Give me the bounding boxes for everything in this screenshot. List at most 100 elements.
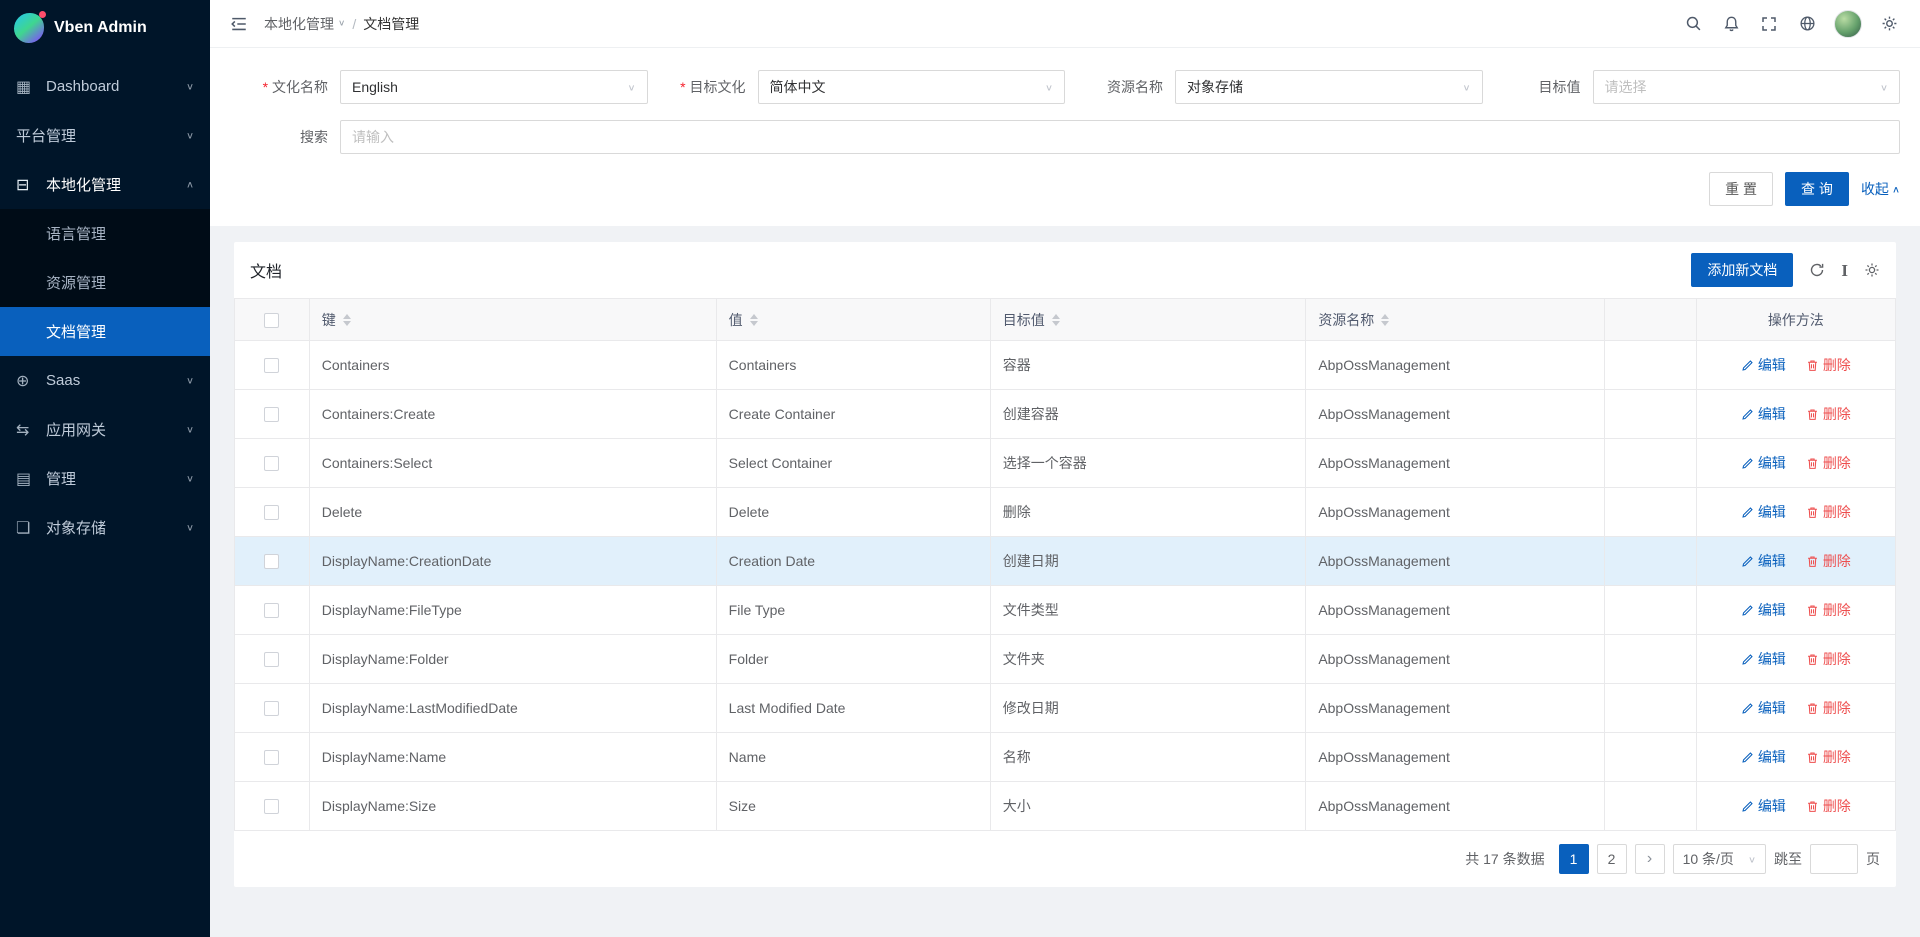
- sidebar-item-management[interactable]: ▤ 管理 ∨: [0, 454, 210, 503]
- sort-icon[interactable]: [750, 314, 758, 326]
- pencil-icon: [1741, 653, 1754, 666]
- edit-action[interactable]: 编辑: [1741, 453, 1786, 473]
- notification-bell-icon[interactable]: [1714, 0, 1748, 48]
- row-checkbox[interactable]: [264, 652, 279, 667]
- row-checkbox[interactable]: [264, 750, 279, 765]
- sidebar-item-saas[interactable]: ⊕ Saas ∨: [0, 356, 210, 405]
- object-storage-icon: ❏: [16, 518, 38, 538]
- column-header-resource-name[interactable]: 资源名称: [1306, 299, 1605, 341]
- pencil-icon: [1741, 555, 1754, 568]
- row-checkbox[interactable]: [264, 456, 279, 471]
- edit-action[interactable]: 编辑: [1741, 649, 1786, 669]
- sort-icon[interactable]: [343, 314, 351, 326]
- column-header-value[interactable]: 值: [716, 299, 990, 341]
- column-header-key[interactable]: 键: [309, 299, 716, 341]
- chevron-down-icon: ∨: [627, 82, 635, 92]
- reset-button[interactable]: 重 置: [1709, 172, 1773, 206]
- cell-target-value: 文件类型: [990, 586, 1306, 635]
- pagination: 共 17 条数据 1 2 › 10 条/页 ∨ 跳至 页: [234, 831, 1896, 887]
- translate-icon[interactable]: [1790, 0, 1824, 48]
- sidebar-item-dashboard[interactable]: ▦ Dashboard ∨: [0, 62, 210, 111]
- cell-checkbox: [235, 782, 310, 831]
- row-checkbox[interactable]: [264, 603, 279, 618]
- sort-icon[interactable]: [1052, 314, 1060, 326]
- select-all-checkbox[interactable]: [264, 313, 279, 328]
- cell-key: Containers:Select: [309, 439, 716, 488]
- delete-action[interactable]: 删除: [1806, 453, 1851, 473]
- delete-action[interactable]: 删除: [1806, 355, 1851, 375]
- delete-action[interactable]: 删除: [1806, 502, 1851, 522]
- refresh-icon[interactable]: [1809, 262, 1825, 278]
- cell-checkbox: [235, 635, 310, 684]
- sort-icon[interactable]: [1381, 314, 1389, 326]
- cell-target-value: 容器: [990, 341, 1306, 390]
- resource-name-select[interactable]: 对象存储 ∨: [1175, 70, 1483, 104]
- row-checkbox[interactable]: [264, 358, 279, 373]
- cell-empty: [1605, 782, 1696, 831]
- sidebar-subitem-resource-management[interactable]: 资源管理: [0, 258, 210, 307]
- cell-target-value: 大小: [990, 782, 1306, 831]
- table-row: DisplayName:Folder Folder 文件夹 AbpOssMana…: [235, 635, 1896, 684]
- dashboard-icon: ▦: [16, 77, 38, 97]
- sidebar-subitem-document-management[interactable]: 文档管理: [0, 307, 210, 356]
- page-size-select[interactable]: 10 条/页 ∨: [1673, 844, 1766, 874]
- column-header-target-value[interactable]: 目标值: [990, 299, 1306, 341]
- sidebar-item-localization[interactable]: ⊟ 本地化管理 ∧: [0, 160, 210, 209]
- trash-icon: [1806, 555, 1819, 568]
- delete-action[interactable]: 删除: [1806, 649, 1851, 669]
- cell-value: Creation Date: [716, 537, 990, 586]
- edit-action[interactable]: 编辑: [1741, 551, 1786, 571]
- search-input[interactable]: [340, 120, 1900, 154]
- culture-name-select[interactable]: English ∨: [340, 70, 648, 104]
- add-document-button[interactable]: 添加新文档: [1691, 253, 1793, 287]
- query-button[interactable]: 查 询: [1785, 172, 1849, 206]
- search-icon[interactable]: [1676, 0, 1710, 48]
- filter-field-culture-name: 文化名称 English ∨: [230, 70, 648, 104]
- breadcrumb: 本地化管理 ∨ / 文档管理: [264, 14, 419, 34]
- edit-action[interactable]: 编辑: [1741, 404, 1786, 424]
- edit-action[interactable]: 编辑: [1741, 796, 1786, 816]
- menu-fold-icon[interactable]: [224, 0, 254, 48]
- breadcrumb-parent[interactable]: 本地化管理 ∨: [264, 14, 345, 34]
- target-culture-select[interactable]: 简体中文 ∨: [758, 70, 1066, 104]
- delete-action[interactable]: 删除: [1806, 600, 1851, 620]
- sidebar-item-object-storage[interactable]: ❏ 对象存储 ∨: [0, 503, 210, 552]
- collapse-link[interactable]: 收起 ∧: [1861, 179, 1900, 199]
- settings-gear-icon[interactable]: [1872, 0, 1906, 48]
- column-settings-gear-icon[interactable]: [1864, 262, 1880, 278]
- delete-action[interactable]: 删除: [1806, 698, 1851, 718]
- next-page-button[interactable]: ›: [1635, 844, 1665, 874]
- user-avatar[interactable]: [1834, 10, 1862, 38]
- row-checkbox[interactable]: [264, 701, 279, 716]
- row-checkbox[interactable]: [264, 505, 279, 520]
- row-checkbox[interactable]: [264, 554, 279, 569]
- cell-value: Folder: [716, 635, 990, 684]
- pencil-icon: [1741, 751, 1754, 764]
- delete-action[interactable]: 删除: [1806, 551, 1851, 571]
- delete-action[interactable]: 删除: [1806, 796, 1851, 816]
- breadcrumb-current[interactable]: 文档管理: [363, 14, 419, 34]
- edit-action[interactable]: 编辑: [1741, 502, 1786, 522]
- delete-action[interactable]: 删除: [1806, 404, 1851, 424]
- edit-action[interactable]: 编辑: [1741, 747, 1786, 767]
- edit-action[interactable]: 编辑: [1741, 355, 1786, 375]
- edit-action[interactable]: 编辑: [1741, 698, 1786, 718]
- row-checkbox[interactable]: [264, 799, 279, 814]
- table-row: Delete Delete 删除 AbpOssManagement 编辑 删除: [235, 488, 1896, 537]
- row-checkbox[interactable]: [264, 407, 279, 422]
- edit-action[interactable]: 编辑: [1741, 600, 1786, 620]
- filter-panel: 文化名称 English ∨ 目标文化 简体中文 ∨ 资源名称: [210, 48, 1920, 226]
- table-title: 文档: [250, 258, 282, 282]
- app-logo[interactable]: Vben Admin: [0, 0, 210, 56]
- target-value-select[interactable]: 请选择 ∨: [1593, 70, 1901, 104]
- row-height-icon[interactable]: I: [1841, 262, 1848, 279]
- sidebar-item-platform-management[interactable]: 平台管理 ∨: [0, 111, 210, 160]
- jump-to-page-input[interactable]: [1810, 844, 1858, 874]
- sidebar-subitem-language-management[interactable]: 语言管理: [0, 209, 210, 258]
- fullscreen-icon[interactable]: [1752, 0, 1786, 48]
- page-button-1[interactable]: 1: [1559, 844, 1589, 874]
- delete-action[interactable]: 删除: [1806, 747, 1851, 767]
- sidebar-item-app-gateway[interactable]: ⇆ 应用网关 ∨: [0, 405, 210, 454]
- page-button-2[interactable]: 2: [1597, 844, 1627, 874]
- cell-empty: [1605, 733, 1696, 782]
